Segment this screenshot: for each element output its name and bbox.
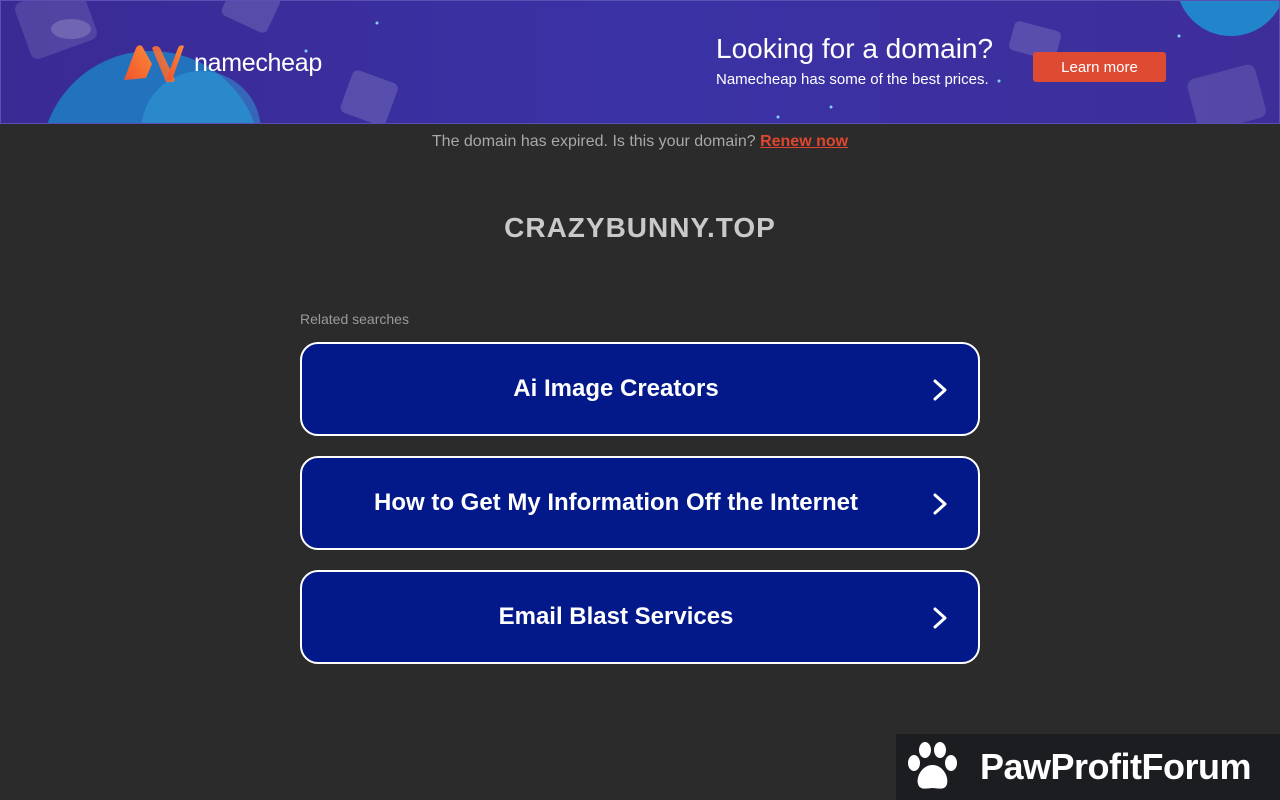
pawprofitforum-watermark: PawProfitForum bbox=[896, 734, 1280, 800]
renew-now-link[interactable]: Renew now bbox=[760, 133, 848, 150]
chevron-right-icon bbox=[933, 379, 947, 401]
namecheap-logo[interactable]: namecheap bbox=[122, 44, 322, 82]
related-search-label: Ai Image Creators bbox=[513, 375, 719, 402]
promo-subtitle: Namecheap has some of the best prices. bbox=[716, 71, 989, 88]
domain-expired-notice: The domain has expired. Is this your dom… bbox=[0, 133, 1280, 151]
related-search-button-1[interactable]: Ai Image Creators bbox=[300, 342, 980, 436]
related-search-button-2[interactable]: How to Get My Information Off the Intern… bbox=[300, 456, 980, 550]
domain-name-title: CRAZYBUNNY.TOP bbox=[504, 212, 776, 243]
paw-icon bbox=[908, 742, 957, 789]
watermark-text: PawProfitForum bbox=[980, 746, 1252, 787]
brand-name: namecheap bbox=[194, 48, 322, 77]
learn-more-button[interactable]: Learn more bbox=[1033, 52, 1166, 82]
chevron-right-icon bbox=[933, 493, 947, 515]
related-search-label: Email Blast Services bbox=[498, 603, 734, 630]
namecheap-ad-banner[interactable]: namecheap Looking for a domain? Namechea… bbox=[0, 0, 1280, 124]
related-search-label: How to Get My Information Off the Intern… bbox=[374, 489, 858, 516]
namecheap-logo-icon bbox=[124, 45, 184, 82]
related-searches-label: Related searches bbox=[300, 311, 409, 327]
chevron-right-icon bbox=[933, 607, 947, 629]
related-search-button-3[interactable]: Email Blast Services bbox=[300, 570, 980, 664]
promo-title: Looking for a domain? bbox=[716, 33, 994, 64]
expired-notice-text: The domain has expired. Is this your dom… bbox=[431, 133, 756, 150]
